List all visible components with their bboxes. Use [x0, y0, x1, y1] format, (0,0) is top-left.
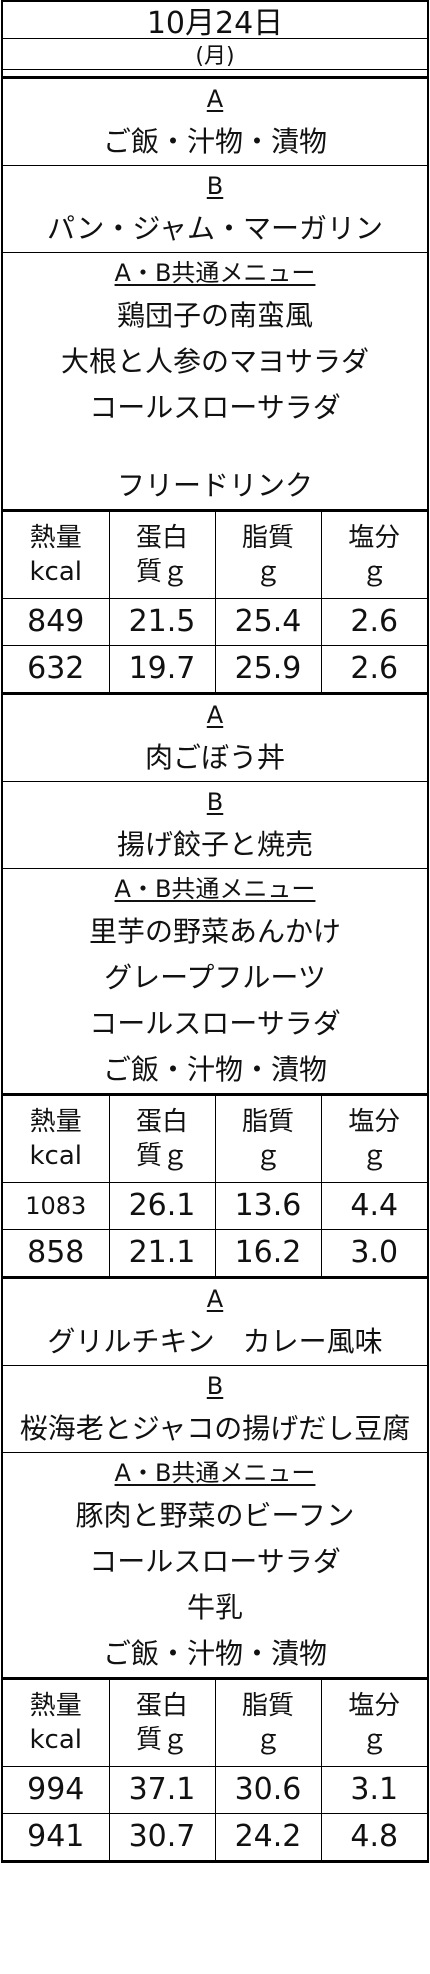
- nutrition-value: 16.2: [214, 1229, 322, 1279]
- nutrition-value: 994: [3, 1766, 110, 1814]
- menu-item: [3, 431, 427, 463]
- nutrition-value: 4.4: [320, 1182, 427, 1230]
- nutrition-value: 30.6: [214, 1766, 322, 1814]
- nutrition-header-row: 熱量 kcal 蛋白 質ｇ 脂質 ｇ 塩分 ｇ: [3, 1094, 427, 1183]
- nutrition-value: 30.7: [108, 1813, 216, 1863]
- nutrition-row: 941 30.7 24.2 4.8: [3, 1813, 427, 1863]
- nutrition-row: 632 19.7 25.9 2.6: [3, 645, 427, 695]
- meal-section: A ご飯・汁物・漬物 B パン・ジャム・マーガリン A・B共通メニュー鶏団子の南蛮風大根…: [1, 79, 429, 695]
- menu-block-a: A ご飯・汁物・漬物: [3, 79, 427, 166]
- menu-item: フリードリンク: [116, 469, 313, 502]
- nutrition-row: 1083 26.1 13.6 4.4: [3, 1182, 427, 1230]
- menu-block-label: A: [206, 701, 224, 729]
- nutrition-value: 2.6: [320, 645, 427, 695]
- nutrition-value: 941: [3, 1813, 110, 1863]
- nutrition-header: 熱量 kcal: [3, 1678, 110, 1767]
- menu-page: 10月24日 (月) A ご飯・汁物・漬物 B パン・ジャム・マーガリン A・B共通メニ…: [1, 0, 429, 1863]
- menu-block-b: B 揚げ餃子と焼売: [3, 782, 427, 869]
- menu-item: 豚肉と野菜のビーフン: [75, 1499, 355, 1532]
- menu-block-a: A 肉ごぼう丼: [3, 695, 427, 782]
- menu-item: 牛乳: [186, 1591, 243, 1624]
- header-divider: [1, 70, 429, 79]
- nutrition-value: 13.6: [214, 1182, 322, 1230]
- menu-item: コールスローサラダ: [89, 1545, 341, 1578]
- menu-item: コールスローサラダ: [89, 1007, 341, 1040]
- nutrition-value: 849: [3, 598, 110, 646]
- nutrition-value: 37.1: [108, 1766, 216, 1814]
- menu-block-b: B パン・ジャム・マーガリン: [3, 166, 427, 253]
- weekday-label: (月): [1, 39, 429, 70]
- menu-block-label: B: [206, 1372, 224, 1400]
- meal-list: A ご飯・汁物・漬物 B パン・ジャム・マーガリン A・B共通メニュー 鶏団子の南蛮風 大根…: [1, 79, 429, 1863]
- nutrition-header: 塩分 ｇ: [320, 510, 427, 599]
- nutrition-header: 脂質 ｇ: [214, 510, 322, 599]
- nutrition-header: 蛋白 質ｇ: [108, 510, 216, 599]
- menu-block-label: A: [206, 85, 224, 113]
- menu-block-label: A・B共通メニュー: [114, 259, 316, 287]
- nutrition-value: 2.6: [320, 598, 427, 646]
- nutrition-value: 21.1: [108, 1229, 216, 1279]
- menu-item: グリルチキン カレー風味: [47, 1325, 383, 1358]
- menu-item: 大根と人参のマヨサラダ: [60, 345, 369, 378]
- menu-item: 里芋の野菜あんかけ: [88, 915, 341, 948]
- nutrition-header: 脂質 ｇ: [214, 1678, 322, 1767]
- menu-block-label: B: [206, 172, 224, 200]
- nutrition-value: 1083: [3, 1182, 110, 1230]
- menu-block-common: A・B共通メニュー鶏団子の南蛮風大根と人参のマヨサラダ コールスローサラダ フリード…: [3, 253, 427, 510]
- nutrition-value: 3.0: [320, 1229, 427, 1279]
- menu-block-common: A・B共通メニュー里芋の野菜あんかけ グレープフルーツ コールスローサラダ ご飯・汁物…: [3, 869, 427, 1094]
- menu-item: 揚げ餃子と焼売: [116, 828, 313, 861]
- menu-item: グレープフルーツ: [104, 961, 326, 994]
- menu-block-b: B 桜海老とジャコの揚げだし豆腐: [3, 1366, 427, 1453]
- meal-section: A 肉ごぼう丼 B 揚げ餃子と焼売 A・B共通メニュー里芋の野菜あんかけ グレープフルーツ…: [1, 695, 429, 1279]
- date-header: 10月24日: [1, 0, 429, 41]
- menu-item: ご飯・汁物・漬物: [102, 125, 327, 158]
- nutrition-header-row: 熱量 kcal 蛋白 質ｇ 脂質 ｇ 塩分 ｇ: [3, 510, 427, 599]
- nutrition-value: 858: [3, 1229, 110, 1279]
- nutrition-value: 25.4: [214, 598, 322, 646]
- nutrition-header: 熱量 kcal: [3, 1094, 110, 1183]
- nutrition-value: 3.1: [320, 1766, 427, 1814]
- menu-item: 肉ごぼう丼: [144, 741, 285, 774]
- nutrition-row: 858 21.1 16.2 3.0: [3, 1229, 427, 1279]
- menu-item: コールスローサラダ: [89, 391, 341, 424]
- nutrition-value: 26.1: [108, 1182, 216, 1230]
- nutrition-value: 21.5: [108, 598, 216, 646]
- menu-item: パン・ジャム・マーガリン: [46, 212, 383, 245]
- menu-item: 桜海老とジャコの揚げだし豆腐: [19, 1412, 411, 1445]
- menu-block-label: A: [206, 1285, 224, 1313]
- nutrition-header: 蛋白 質ｇ: [108, 1094, 216, 1183]
- nutrition-header: 熱量 kcal: [3, 510, 110, 599]
- menu-block-common: A・B共通メニュー豚肉と野菜のビーフン コールスローサラダ 牛乳ご飯・汁物・漬物: [3, 1453, 427, 1678]
- menu-block-a: A グリルチキン カレー風味: [3, 1279, 427, 1366]
- nutrition-value: 4.8: [320, 1813, 427, 1863]
- menu-block-label: B: [206, 788, 224, 816]
- nutrition-table: 熱量 kcal 蛋白 質ｇ 脂質 ｇ 塩分 ｇ 849 21.5 25.4 2.6 632 19.7 25.…: [3, 510, 427, 695]
- menu-item: 鶏団子の南蛮風: [116, 299, 313, 332]
- nutrition-header: 蛋白 質ｇ: [108, 1678, 216, 1767]
- nutrition-row: 849 21.5 25.4 2.6: [3, 598, 427, 646]
- nutrition-table: 熱量 kcal 蛋白 質ｇ 脂質 ｇ 塩分 ｇ 1083 26.1 13.6 4.4 858 21.1 16…: [3, 1094, 427, 1279]
- meal-section: A グリルチキン カレー風味 B 桜海老とジャコの揚げだし豆腐 A・B共通メニュー豚肉と…: [1, 1279, 429, 1863]
- nutrition-value: 24.2: [214, 1813, 322, 1863]
- nutrition-header: 脂質 ｇ: [214, 1094, 322, 1183]
- menu-item: ご飯・汁物・漬物: [102, 1053, 327, 1086]
- nutrition-header: 塩分 ｇ: [320, 1094, 427, 1183]
- nutrition-value: 25.9: [214, 645, 322, 695]
- menu-block-label: A・B共通メニュー: [114, 1459, 316, 1487]
- menu-item: ご飯・汁物・漬物: [102, 1637, 327, 1670]
- nutrition-header: 塩分 ｇ: [320, 1678, 427, 1767]
- nutrition-header-row: 熱量 kcal 蛋白 質ｇ 脂質 ｇ 塩分 ｇ: [3, 1678, 427, 1767]
- nutrition-value: 19.7: [108, 645, 216, 695]
- nutrition-value: 632: [3, 645, 110, 695]
- nutrition-table: 熱量 kcal 蛋白 質ｇ 脂質 ｇ 塩分 ｇ 994 37.1 30.6 3.1 941 30.7 24.…: [3, 1678, 427, 1863]
- menu-block-label: A・B共通メニュー: [114, 875, 316, 903]
- nutrition-row: 994 37.1 30.6 3.1: [3, 1766, 427, 1814]
